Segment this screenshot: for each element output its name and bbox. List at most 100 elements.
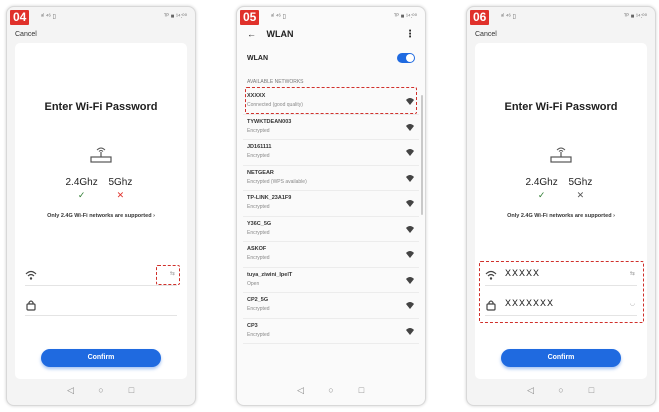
network-item[interactable]: Y36C_5G Encrypted [243, 217, 419, 242]
wifi-name-field[interactable]: ⇆ [25, 265, 177, 286]
network-status: Encrypted [247, 229, 270, 236]
network-status: Encrypted [247, 153, 270, 159]
network-name: tuya_ziwini_IpelT [247, 271, 293, 278]
home-nav-icon[interactable]: ○ [547, 385, 575, 395]
wifi-password-sheet: Enter Wi-Fi Password 2.4Ghz ✓ 5Ghz ✕ Onl… [15, 43, 187, 379]
network-name: TYWKTDEAN003 [247, 118, 292, 125]
network-name: JD161111 [247, 144, 272, 150]
highlight-credentials [479, 261, 644, 323]
status-bar-left: ᵃˡ ⁴⁶ ▯ [501, 14, 516, 20]
status-bar-left: ᵃˡ ⁴⁶ ▯ [271, 14, 286, 20]
network-status: Encrypted [247, 331, 270, 338]
band-indicator: 2.4Ghz ✓ 5Ghz ✕ [15, 177, 187, 201]
network-item[interactable]: CP3 Encrypted [243, 319, 419, 344]
network-item[interactable]: NETGEAR Encrypted (WPS available) [243, 166, 419, 191]
band-indicator: 2.4Ghz ✓ 5Ghz ✕ [475, 177, 647, 201]
network-name: CP2_5G [247, 297, 269, 303]
back-nav-icon[interactable]: ◁ [286, 385, 314, 396]
highlight-switch-network [156, 265, 180, 285]
band-5ghz-label: 5Ghz [108, 177, 133, 188]
network-name: CP3 [247, 322, 258, 329]
network-item[interactable]: CP2_5G Encrypted [243, 293, 419, 319]
network-item[interactable]: TYWKTDEAN003 Encrypted [243, 115, 419, 140]
wifi-icon [25, 270, 37, 280]
band-support-note[interactable]: Only 2.4G Wi-Fi networks are supported › [475, 213, 647, 219]
cross-icon: ✕ [116, 190, 125, 200]
recents-nav-icon[interactable]: □ [118, 385, 146, 395]
network-name: TP-LINK_23A1F9 [247, 195, 292, 201]
network-status: Encrypted [247, 204, 270, 210]
status-bar-left: ᵃˡ ⁴⁶ ▯ [41, 14, 56, 20]
wifi-lock-icon [406, 149, 414, 156]
home-nav-icon[interactable]: ○ [87, 385, 115, 395]
band-5ghz-label: 5Ghz [568, 177, 593, 188]
phone-screenshot-step-05: 05 ᵃˡ ⁴⁶ ▯ ᵀᴾ ■ ¹⁴:⁰⁰ ← WLAN ⋮ WLAN AVAI… [236, 6, 426, 406]
highlight-connected-network [245, 87, 417, 114]
wlan-toggle[interactable] [397, 53, 415, 63]
wifi-icon [406, 276, 414, 284]
network-name: NETGEAR [247, 169, 274, 176]
password-field[interactable] [25, 295, 177, 316]
wifi-lock-icon [406, 327, 414, 335]
status-bar-right: ᵀᴾ ■ ¹⁴:⁰⁰ [163, 14, 187, 20]
scrollbar[interactable] [421, 95, 423, 215]
step-badge: 04 [10, 10, 30, 25]
wifi-password-sheet: Enter Wi-Fi Password 2.4Ghz ✓ 5Ghz ✕ Onl… [475, 43, 647, 379]
confirm-button[interactable]: Confirm [41, 349, 161, 367]
wifi-lock-icon [406, 123, 414, 131]
network-name: ASKOF [247, 246, 267, 252]
phone-screenshot-step-04: 04 ᵃˡ ⁴⁶ ▯ ᵀᴾ ■ ¹⁴:⁰⁰ Cancel Enter Wi-Fi… [6, 6, 196, 406]
status-bar-right: ᵀᴾ ■ ¹⁴:⁰⁰ [393, 14, 417, 20]
page-title: Enter Wi-Fi Password [44, 101, 158, 113]
system-nav-bar: ◁ ○ □ [467, 385, 655, 399]
lock-icon [26, 300, 36, 311]
network-status: Open [247, 280, 260, 287]
wifi-lock-icon [406, 225, 414, 233]
wifi-lock-icon [406, 251, 414, 258]
network-name: Y36C_5G [247, 220, 272, 227]
network-status: Encrypted [247, 255, 270, 261]
more-menu-icon[interactable]: ⋮ [405, 29, 415, 40]
band-24ghz: 2.4Ghz ✓ [524, 177, 560, 201]
recents-nav-icon[interactable]: □ [578, 385, 606, 395]
system-nav-bar: ◁ ○ □ [237, 385, 425, 399]
available-networks-label: AVAILABLE NETWORKS [247, 79, 304, 85]
wifi-lock-icon [406, 302, 414, 309]
wlan-header: ← WLAN [247, 29, 294, 39]
band-support-note[interactable]: Only 2.4G Wi-Fi networks are supported › [15, 213, 187, 219]
step-badge: 05 [240, 10, 260, 25]
network-status: Encrypted [247, 127, 270, 134]
network-status: Encrypted [247, 306, 270, 312]
page-title: Enter Wi-Fi Password [504, 101, 618, 113]
phone-screenshot-step-06: 06 ᵃˡ ⁴⁶ ▯ ᵀᴾ ■ ¹⁴:⁰⁰ Cancel Enter Wi-Fi… [466, 6, 656, 406]
home-nav-icon[interactable]: ○ [317, 385, 345, 395]
network-status: Encrypted (WPS available) [247, 178, 307, 185]
back-nav-icon[interactable]: ◁ [56, 385, 84, 396]
network-list: XXXXX Connected (good quality) TYWKTDEAN… [243, 89, 419, 344]
check-icon: ✓ [77, 190, 86, 200]
wifi-lock-icon [406, 174, 414, 182]
router-icon [550, 147, 572, 163]
back-arrow-icon[interactable]: ← [247, 29, 256, 39]
wifi-lock-icon [406, 200, 414, 207]
system-nav-bar: ◁ ○ □ [7, 385, 195, 399]
confirm-button[interactable]: Confirm [501, 349, 621, 367]
step-badge: 06 [470, 10, 490, 25]
router-icon [90, 147, 112, 163]
cross-icon: ✕ [576, 190, 585, 200]
network-item[interactable]: JD161111 Encrypted [243, 140, 419, 166]
cancel-link[interactable]: Cancel [475, 31, 497, 38]
band-5ghz: 5Ghz ✕ [102, 177, 138, 201]
network-item[interactable]: ASKOF Encrypted [243, 242, 419, 268]
status-bar-right: ᵀᴾ ■ ¹⁴:⁰⁰ [623, 14, 647, 20]
recents-nav-icon[interactable]: □ [348, 385, 376, 395]
check-icon: ✓ [537, 190, 546, 200]
back-nav-icon[interactable]: ◁ [516, 385, 544, 396]
network-item[interactable]: tuya_ziwini_IpelT Open [243, 268, 419, 293]
band-24ghz-label: 2.4Ghz [65, 177, 98, 188]
band-24ghz: 2.4Ghz ✓ [64, 177, 100, 201]
cancel-link[interactable]: Cancel [15, 31, 37, 38]
network-item[interactable]: TP-LINK_23A1F9 Encrypted [243, 191, 419, 217]
page-title: WLAN [266, 29, 294, 39]
band-5ghz: 5Ghz ✕ [562, 177, 598, 201]
